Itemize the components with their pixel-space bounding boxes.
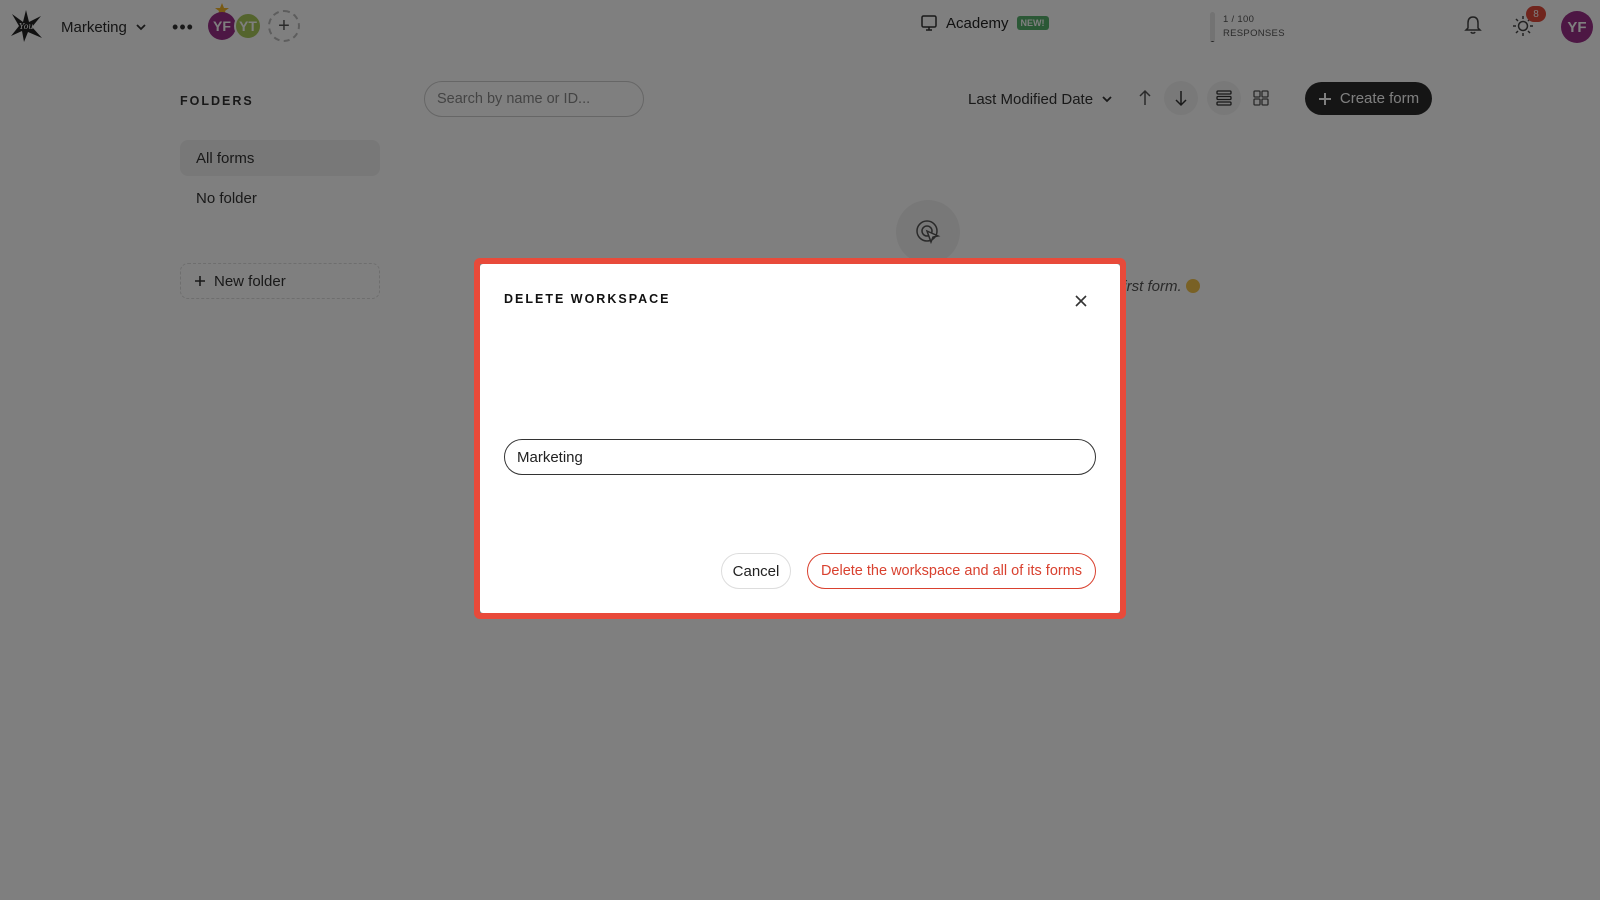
close-button[interactable] (1070, 290, 1092, 312)
delete-workspace-button[interactable]: Delete the workspace and all of its form… (807, 553, 1096, 589)
cancel-button[interactable]: Cancel (721, 553, 791, 589)
close-icon (1075, 295, 1087, 307)
dialog-title: DELETE WORKSPACE (504, 292, 671, 306)
workspace-name-confirm-input[interactable] (504, 439, 1096, 475)
delete-workspace-dialog: DELETE WORKSPACE Cancel Delete the works… (480, 264, 1120, 613)
